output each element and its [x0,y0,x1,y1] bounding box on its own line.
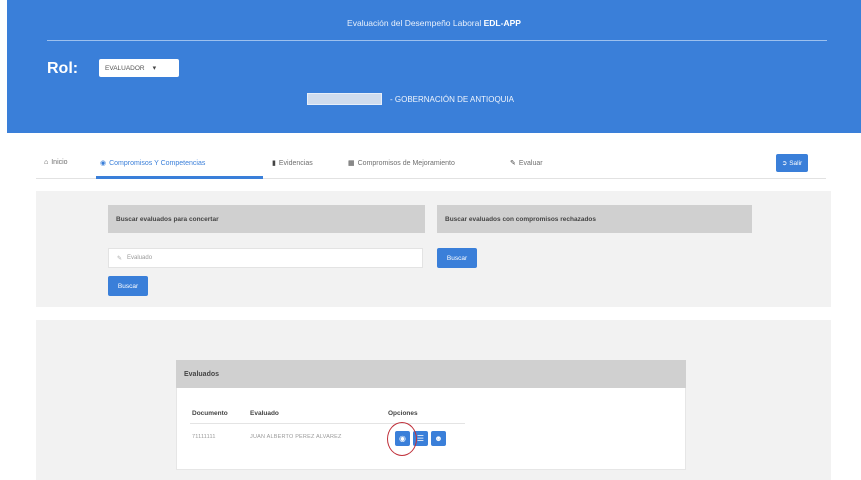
edit-icon: ✎ [510,160,516,167]
header-divider [47,40,827,41]
exit-label: Salir [789,159,803,167]
search-concertar-header: Buscar evaluados para concertar [108,205,425,233]
cell-documento: 71111111 [192,434,216,440]
evaluados-header: Evaluados [176,360,686,388]
tab-label: Compromisos de Mejoramiento [357,159,455,167]
column-header-evaluado: Evaluado [250,410,279,417]
file-icon: ▮ [272,160,276,167]
tab-label: Inicio [51,159,68,166]
sign-out-icon: ➲ [781,160,788,167]
edit-icon: ✎ [117,255,123,262]
chevron-down-icon: ▾ [152,65,157,72]
highlight-circle [387,422,417,456]
search-placeholder: Evaluado [127,255,153,261]
entity-row: - GOBERNACIÓN DE ANTIOQUIA [307,93,514,105]
app-title: Evaluación del Desempeño Laboral EDL-APP [7,18,861,28]
main-nav: ⌂ Inicio ◉ Compromisos Y Competencias ▮ … [36,149,826,179]
list-icon: ☰ [416,434,425,443]
tab-label: Compromisos Y Competencias [109,159,206,167]
table-icon: ▦ [348,160,355,167]
app-title-name: EDL-APP [483,18,521,28]
column-header-documento: Documento [192,410,228,417]
cell-evaluado: JUAN ALBERTO PEREZ ALVAREZ [250,434,342,440]
tab-label: Evaluar [518,159,543,167]
tab-inicio[interactable]: ⌂ Inicio [44,159,68,166]
search-rechazados-header: Buscar evaluados con compromisos rechaza… [437,205,752,233]
user-icon: ☻ [434,434,443,443]
buscar-rechazados-button[interactable]: Buscar [437,248,477,268]
app-header: Evaluación del Desempeño Laboral EDL-APP… [7,0,861,133]
rol-select-value: EVALUADOR [105,64,145,72]
table-divider [190,423,465,424]
tab-compromisos-mejoramiento[interactable]: ▦ Compromisos de Mejoramiento [348,159,455,168]
rol-label: Rol: [47,60,79,77]
home-icon: ⌂ [44,159,49,166]
column-header-opciones: Opciones [388,410,418,417]
assign-user-button[interactable]: ☻ [431,431,446,446]
entity-name: - GOBERNACIÓN DE ANTIOQUIA [390,94,515,104]
buscar-concertar-button[interactable]: Buscar [108,276,148,296]
tab-compromisos-competencias[interactable]: ◉ Compromisos Y Competencias [100,159,206,168]
evaluado-search-input[interactable]: ✎ Evaluado [108,248,423,268]
rol-select[interactable]: EVALUADOR ▾ [99,59,179,77]
exit-button[interactable]: ➲ Salir [776,154,808,172]
redacted-user-name [307,93,382,105]
tab-label: Evidencias [278,159,313,167]
active-tab-indicator [96,176,263,179]
app-title-text: Evaluación del Desempeño Laboral [347,18,482,28]
eye-icon: ◉ [100,160,107,167]
tab-evidencias[interactable]: ▮ Evidencias [272,159,313,168]
tab-evaluar[interactable]: ✎ Evaluar [510,159,543,168]
